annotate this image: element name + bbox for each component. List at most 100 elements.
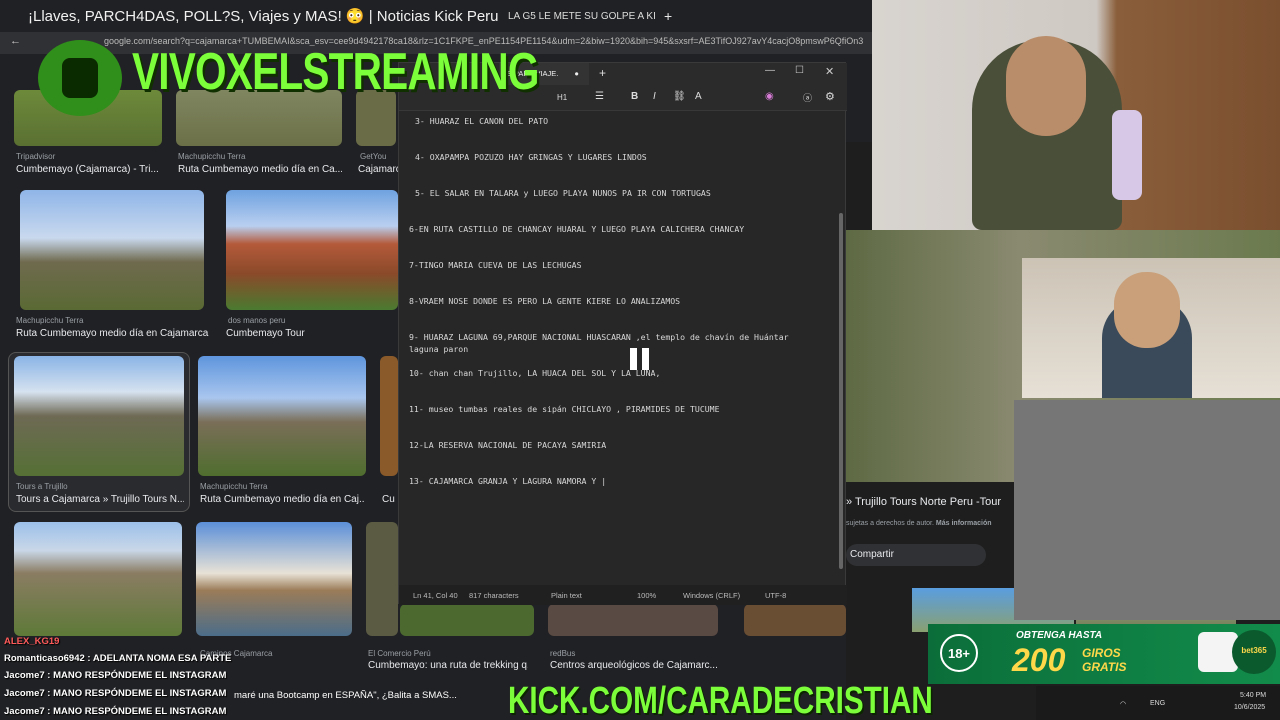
chat-message: Jacome7 : MANO RESPÓNDEME EL INSTAGRAM xyxy=(4,706,227,717)
result-image[interactable] xyxy=(196,522,352,636)
result-title[interactable]: Cumbemayo Tour xyxy=(226,328,396,339)
minimize-icon[interactable]: — xyxy=(765,65,775,76)
blur-panel xyxy=(1014,400,1280,620)
maximize-icon[interactable]: ☐ xyxy=(795,65,804,76)
share-button[interactable]: Compartir xyxy=(846,544,986,566)
result-title[interactable]: Ruta Cumbemayo medio día en Cajamarca xyxy=(16,328,216,339)
ad-line1: OBTENGA HASTA xyxy=(1016,630,1103,641)
result-source: GetYou xyxy=(360,152,387,161)
stream-brand: VIVOXELSTREAMING xyxy=(132,43,539,101)
result-title[interactable]: Ruta Cumbemayo medio día en Caj... xyxy=(200,494,364,505)
wifi-icon[interactable]: ◠ xyxy=(1120,700,1126,708)
tab-other[interactable]: LA G5 LE METE SU GOLPE A KI✕ xyxy=(508,4,658,28)
text-line: 12-LA RESERVA NACIONAL DE PACAYA SAMIRIA xyxy=(409,440,607,450)
result-source: Machupicchu Terra xyxy=(178,152,246,161)
add-tab-icon[interactable]: + xyxy=(599,66,606,80)
chat-user: Jacome7 xyxy=(4,670,45,681)
result-source: Tours a Trujillo xyxy=(16,482,68,491)
result-title[interactable]: Tours a Cajamarca » Trujillo Tours N... xyxy=(16,494,184,505)
text-line: 11- museo tumbas reales de sipán CHICLAY… xyxy=(409,404,720,414)
format-label[interactable]: Plain text xyxy=(551,591,582,600)
result-title[interactable]: Ruta Cumbemayo medio día en Ca... xyxy=(178,164,342,175)
account-icon[interactable]: ⓐ xyxy=(803,91,812,104)
close-icon[interactable]: ● xyxy=(574,69,579,78)
preview-note: sujetas a derechos de autor. Más informa… xyxy=(846,520,992,527)
encoding[interactable]: UTF-8 xyxy=(765,591,786,600)
new-tab-button[interactable]: + xyxy=(664,4,680,28)
taskbar-tray: ◠ ENG 5:40 PM 10/6/2025 xyxy=(1036,686,1280,720)
result-source: Machupicchu Terra xyxy=(16,316,84,325)
copyright-note: sujetas a derechos de autor. xyxy=(846,520,934,527)
tab-active-label: ¡Llaves, PARCH4DAS, POLL?S, Viajes y MAS… xyxy=(28,8,498,25)
zoom-level[interactable]: 100% xyxy=(637,591,656,600)
chat-text: ADELANTA NOMA ESA PARTE xyxy=(92,653,232,664)
copilot-icon[interactable]: ◉ xyxy=(765,91,774,102)
text-line: laguna paron xyxy=(409,344,469,354)
result-image[interactable] xyxy=(14,356,184,476)
result-image[interactable] xyxy=(744,604,846,636)
language[interactable]: ENG xyxy=(1150,700,1165,707)
pause-icon[interactable] xyxy=(628,346,652,372)
tab-active[interactable]: ¡Llaves, PARCH4DAS, POLL?S, Viajes y MAS… xyxy=(28,4,498,28)
char-count: 817 characters xyxy=(469,591,519,600)
link-icon[interactable]: ⛓ xyxy=(673,91,686,102)
ad-brand: bet365 xyxy=(1232,630,1276,674)
chat-text: MANO RESPÓNDEME EL INSTAGRAM xyxy=(53,688,227,699)
text-line: 7-TINGO MARIA CUEVA DE LAS LECHUGAS xyxy=(409,260,582,270)
ad-banner[interactable]: 18+ OBTENGA HASTA 200 GIROS GRATIS bet36… xyxy=(928,624,1280,684)
italic-icon[interactable]: I xyxy=(653,91,656,102)
webcam-guest xyxy=(1022,258,1280,398)
close-window-icon[interactable]: ✕ xyxy=(825,65,834,78)
clock-time[interactable]: 5:40 PM xyxy=(1240,692,1266,699)
result-image[interactable] xyxy=(14,522,182,636)
screen: ¡Llaves, PARCH4DAS, POLL?S, Viajes y MAS… xyxy=(0,0,1280,720)
line-ending[interactable]: Windows (CRLF) xyxy=(683,591,740,600)
chat-text: MANO RESPÓNDEME EL INSTAGRAM xyxy=(53,670,227,681)
result-title[interactable]: Cu xyxy=(382,494,398,505)
text-line: 8-VRAEM NOSE DONDE ES PERO LA GENTE KIER… xyxy=(409,296,681,306)
clock-date[interactable]: 10/6/2025 xyxy=(1234,704,1265,711)
ad-line2: GIROS xyxy=(1082,646,1121,660)
result-image[interactable] xyxy=(400,604,534,636)
result-image[interactable] xyxy=(198,356,366,476)
result-image[interactable] xyxy=(366,522,398,636)
result-image[interactable] xyxy=(20,190,204,310)
ad-amount: 200 xyxy=(1012,642,1066,678)
chat-user: ALEX_KG19 xyxy=(4,636,60,647)
chat-user: Romanticaso6942 xyxy=(4,653,85,664)
notepad-window: OS PARA VIAJE. ● + — ☐ ✕ H1 ☰ B I ⛓ A ◉ ⓐ… xyxy=(398,62,847,605)
back-icon[interactable]: ← xyxy=(10,35,21,47)
result-title[interactable]: Cumbemayo (Cajamarca) - Tri... xyxy=(16,164,166,175)
cursor-position: Ln 41, Col 40 xyxy=(413,591,458,600)
result-title[interactable]: Cajamarc xyxy=(358,164,398,175)
list-icon[interactable]: ☰ xyxy=(595,91,604,102)
notepad-statusbar: Ln 41, Col 40 817 characters Plain text … xyxy=(399,585,847,605)
chat-message: Jacome7 : MANO RESPÓNDEME EL INSTAGRAM xyxy=(4,670,227,681)
webcam-main xyxy=(872,0,1280,230)
scrollbar[interactable] xyxy=(839,213,843,569)
result-title[interactable]: Centros arqueológicos de Cajamarc... xyxy=(550,660,720,671)
chat-overlay: ALEX_KG19 Romanticaso6942 : ADELANTA NOM… xyxy=(0,636,500,720)
clear-format-icon[interactable]: A xyxy=(695,91,702,102)
text-line: 9- HUARAZ LAGUNA 69,PARQUE NACIONAL HUAS… xyxy=(409,332,789,342)
result-image[interactable] xyxy=(226,190,398,310)
ad-line3: GRATIS xyxy=(1082,660,1127,674)
bold-icon[interactable]: B xyxy=(631,91,638,102)
more-info-link[interactable]: Más información xyxy=(936,520,992,527)
result-source: Tripadvisor xyxy=(16,152,56,161)
text-line: 10- chan chan Trujillo, LA HUACA DEL SOL… xyxy=(409,368,661,378)
notepad-text-area[interactable]: 3- HUARAZ EL CANON DEL PATO 4- OXAPAMPA … xyxy=(409,113,839,583)
chat-text: MANO RESPÓNDEME EL INSTAGRAM xyxy=(53,706,227,717)
gear-icon[interactable]: ⚙ xyxy=(825,90,835,103)
text-line: 6-EN RUTA CASTILLO DE CHANCAY HUARAL Y L… xyxy=(409,224,745,234)
chat-user: Jacome7 xyxy=(4,706,45,717)
result-source: dos manos peru xyxy=(228,316,286,325)
result-image[interactable] xyxy=(380,356,398,476)
heading-select[interactable]: H1 xyxy=(557,93,567,102)
result-image[interactable] xyxy=(548,604,718,636)
text-line: 3- HUARAZ EL CANON DEL PATO xyxy=(415,116,549,126)
chat-user: Jacome7 xyxy=(4,688,45,699)
result-source: redBus xyxy=(550,649,576,658)
kick-url: KICK.COM/CARADECRISTIAN xyxy=(508,680,933,720)
news-ticker: maré una Bootcamp en ESPAÑA", ¿Balita a … xyxy=(234,690,457,701)
